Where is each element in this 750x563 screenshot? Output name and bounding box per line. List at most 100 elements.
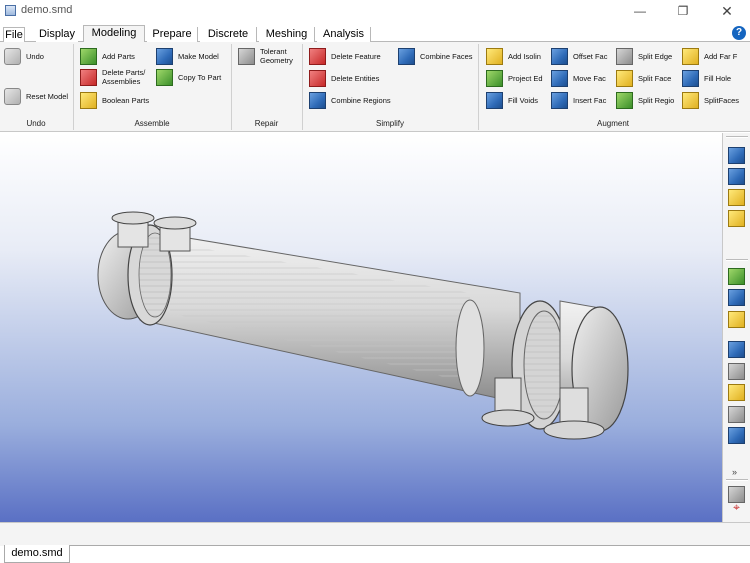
combine-regions-icon: [309, 91, 326, 109]
boolean-parts-icon: [80, 91, 97, 109]
split-edge-icon: [616, 47, 633, 65]
add-far-field-icon: [682, 47, 699, 65]
add-parts-button[interactable]: Add Parts: [80, 46, 135, 66]
combine-faces-icon: [398, 47, 415, 65]
ribbon-separator: [73, 44, 74, 130]
fill-hole-button[interactable]: Fill Hole: [682, 68, 731, 88]
tab-discrete[interactable]: Discrete: [200, 27, 257, 42]
move-face-icon: [551, 69, 568, 87]
assemble-group-label: Assemble: [134, 119, 170, 128]
title-bar: demo.smd — ❐ ✕: [0, 0, 750, 22]
project-ed-button[interactable]: Project Ed: [486, 68, 543, 88]
move-fac-button[interactable]: Move Fac: [551, 68, 606, 88]
graphics-viewport[interactable]: [0, 133, 722, 522]
app-icon: [5, 5, 16, 16]
make-model-button[interactable]: Make Model: [156, 46, 219, 66]
heat-exchanger-model: [97, 211, 629, 440]
insert-fac-button[interactable]: Insert Fac: [551, 90, 606, 110]
fit-view-icon[interactable]: [728, 268, 745, 285]
bottom-nozzle-1-flange: [481, 409, 535, 427]
ribbon-separator: [302, 44, 303, 130]
toolbar-separator: [726, 259, 748, 261]
tab-meshing[interactable]: Meshing: [259, 27, 315, 42]
minimize-button[interactable]: —: [625, 2, 655, 20]
select-point-icon[interactable]: [728, 384, 745, 401]
view-iso-icon[interactable]: [728, 147, 745, 164]
split-regio-button[interactable]: Split Regio: [616, 90, 674, 110]
view-toolbar: » ⌖: [722, 133, 750, 522]
fill-voids-icon: [486, 91, 503, 109]
status-strip: [0, 522, 750, 546]
delete-entities-button[interactable]: Delete Entities: [309, 68, 379, 88]
view-front-icon[interactable]: [728, 168, 745, 185]
offset-fac-button[interactable]: Offset Fac: [551, 46, 607, 66]
delete-entities-icon: [309, 69, 326, 87]
offset-face-icon: [551, 47, 568, 65]
copy-to-part-button[interactable]: Copy To Part: [156, 67, 221, 87]
augment-group-label: Augment: [596, 119, 630, 128]
tolerant-geometry-button[interactable]: Tolerant Geometry: [238, 46, 296, 66]
add-isolin-icon: [486, 47, 503, 65]
repair-group-label: Repair: [254, 119, 279, 128]
undo-group-label: Undo: [26, 119, 46, 128]
project-edge-icon: [486, 69, 503, 87]
solid-icon[interactable]: [728, 363, 745, 380]
fill-voids-button[interactable]: Fill Voids: [486, 90, 538, 110]
tab-display[interactable]: Display: [36, 27, 78, 42]
left-nozzle-2-flange: [153, 216, 197, 230]
undo-button[interactable]: Undo: [4, 46, 44, 66]
combine-regions-button[interactable]: Combine Regions: [309, 90, 391, 110]
reset-model-button[interactable]: Reset Model: [4, 86, 68, 106]
delete-feature-icon: [309, 47, 326, 65]
toolbar-separator: [726, 479, 748, 481]
mesh-view-icon[interactable]: [728, 289, 745, 306]
shell-icon[interactable]: [728, 427, 745, 444]
split-edge-button[interactable]: Split Edge: [616, 46, 672, 66]
boolean-parts-button[interactable]: Boolean Parts: [80, 90, 149, 110]
right-tubesheet: [523, 310, 565, 420]
ribbon-separator: [231, 44, 232, 130]
split-faces-button[interactable]: SplitFaces: [682, 90, 739, 110]
add-far-f-button[interactable]: Add Far F: [682, 46, 737, 66]
split-face-button[interactable]: Split Face: [616, 68, 671, 88]
rotate-center-icon[interactable]: ⌖: [728, 500, 745, 517]
wireframe-icon[interactable]: [728, 406, 745, 423]
ribbon-tab-row: File Display Modeling Prepare Discrete M…: [0, 25, 750, 43]
delete-feature-button[interactable]: Delete Feature: [309, 46, 381, 66]
insert-face-icon: [551, 91, 568, 109]
make-model-icon: [156, 47, 173, 65]
tab-file[interactable]: File: [3, 27, 25, 42]
view-top-icon[interactable]: [728, 189, 745, 206]
shaded-view-icon[interactable]: [728, 311, 745, 328]
combine-faces-button[interactable]: Combine Faces: [398, 46, 473, 66]
fill-hole-icon: [682, 69, 699, 87]
ribbon-separator: [478, 44, 479, 130]
close-button[interactable]: ✕: [712, 2, 742, 20]
tab-modeling[interactable]: Modeling: [83, 25, 145, 43]
left-nozzle-1-flange: [111, 211, 155, 225]
split-region-icon: [616, 91, 633, 109]
info-icon[interactable]: [728, 341, 745, 358]
window-title: demo.smd: [21, 4, 73, 16]
ribbon: Undo Reset Model Undo Add Parts Delete P…: [0, 42, 750, 132]
add-isolin-button[interactable]: Add Isolin: [486, 46, 541, 66]
toolbar-separator: [726, 136, 748, 138]
simplify-group-label: Simplify: [375, 119, 404, 128]
tab-analysis[interactable]: Analysis: [317, 27, 371, 42]
toolbar-expand-chevron[interactable]: »: [732, 467, 737, 477]
help-button[interactable]: ?: [732, 26, 746, 40]
maximize-button[interactable]: ❐: [668, 2, 698, 20]
delete-parts-icon: [80, 68, 97, 86]
doc-tab-border: [70, 545, 750, 546]
undo-icon: [4, 47, 21, 65]
split-face-icon: [616, 69, 633, 87]
split-faces-icon: [682, 91, 699, 109]
add-parts-icon: [80, 47, 97, 65]
copy-to-part-icon: [156, 68, 173, 86]
document-tab[interactable]: demo.smd: [4, 545, 70, 563]
view-side-icon[interactable]: [728, 210, 745, 227]
tolerant-geometry-icon: [238, 47, 255, 65]
tab-prepare[interactable]: Prepare: [147, 27, 198, 42]
delete-parts-button[interactable]: Delete Parts/ Assemblies: [80, 67, 146, 87]
right-shell-end: [455, 299, 485, 397]
